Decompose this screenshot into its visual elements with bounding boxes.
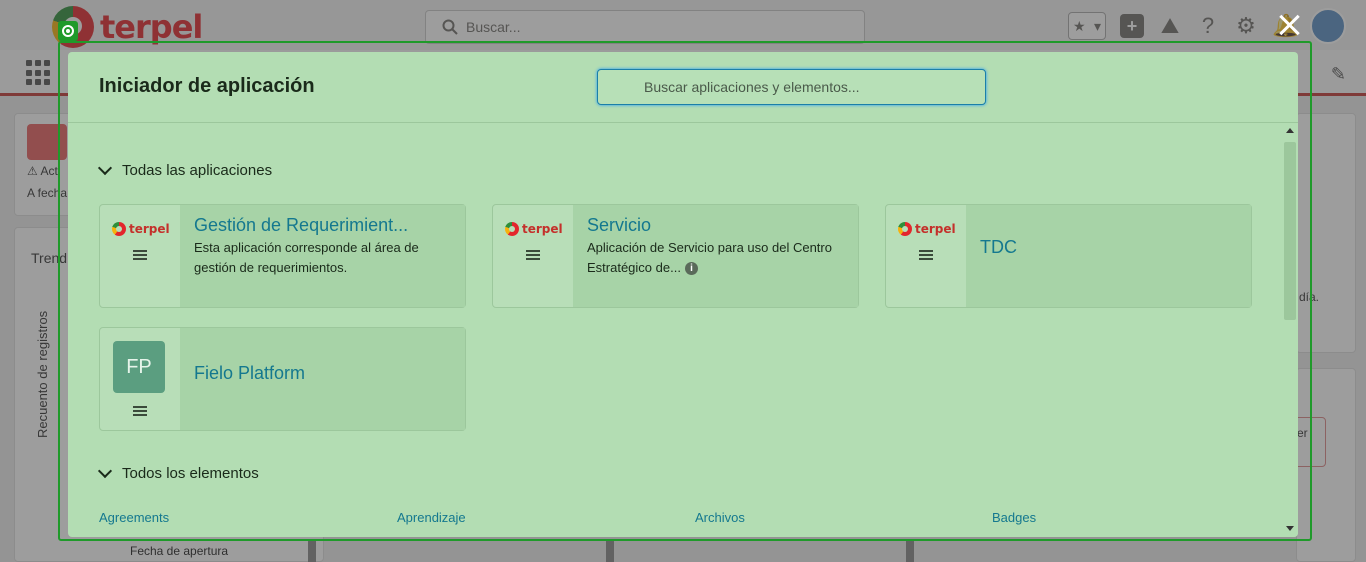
- item-link-aprendizaje[interactable]: Aprendizaje: [397, 510, 466, 525]
- modal-scrollbar[interactable]: [1282, 124, 1298, 537]
- app-description: Esta aplicación corresponde al área de g…: [194, 240, 419, 275]
- app-tile-content: Gestión de Requerimient... Esta aplicaci…: [180, 205, 465, 307]
- drag-handle-icon[interactable]: [919, 250, 933, 260]
- app-name-link[interactable]: Fielo Platform: [194, 363, 305, 384]
- modal-header: Iniciador de aplicación: [68, 52, 1298, 123]
- all-apps-section-toggle[interactable]: Todas las aplicaciones: [97, 160, 273, 179]
- all-items-section-toggle[interactable]: Todos los elementos: [97, 463, 259, 482]
- item-link-archivos[interactable]: Archivos: [695, 510, 745, 525]
- all-items-label: Todos los elementos: [122, 465, 259, 482]
- terpel-logo-icon: terpel: [898, 222, 956, 236]
- fp-app-icon: FP: [113, 341, 165, 393]
- close-icon[interactable]: [1274, 10, 1304, 40]
- app-name-link[interactable]: TDC: [980, 237, 1017, 258]
- chevron-down-icon: [97, 463, 113, 479]
- app-tile-fielo[interactable]: FP Fielo Platform: [99, 327, 466, 431]
- app-name-link[interactable]: Gestión de Requerimient...: [194, 215, 451, 236]
- scroll-thumb[interactable]: [1284, 142, 1296, 320]
- app-tile-icon-area: terpel: [493, 205, 573, 307]
- app-tile-content: Servicio Aplicación de Servicio para uso…: [573, 205, 858, 307]
- item-link-agreements[interactable]: Agreements: [99, 510, 169, 525]
- all-apps-label: Todas las aplicaciones: [122, 162, 273, 179]
- app-tile-icon-area: terpel: [886, 205, 966, 307]
- drag-handle-icon[interactable]: [526, 250, 540, 260]
- info-icon[interactable]: i: [684, 262, 698, 276]
- app-tile-content: TDC: [966, 205, 1251, 307]
- app-description: Aplicación de Servicio para uso del Cent…: [587, 240, 832, 276]
- drag-handle-icon[interactable]: [133, 406, 147, 416]
- item-link-badges[interactable]: Badges: [992, 510, 1036, 525]
- app-tile-tdc[interactable]: terpel TDC: [885, 204, 1252, 308]
- app-tile-icon-area: FP: [100, 328, 180, 430]
- app-name-link[interactable]: Servicio: [587, 215, 844, 236]
- chevron-down-icon: [97, 160, 113, 176]
- app-search-input[interactable]: [597, 69, 986, 105]
- app-launcher-modal: Iniciador de aplicación Todas las aplica…: [68, 52, 1298, 537]
- app-tile-gestion[interactable]: terpel Gestión de Requerimient... Esta a…: [99, 204, 466, 308]
- terpel-logo-icon: terpel: [505, 222, 563, 236]
- scroll-up-arrow-icon[interactable]: [1286, 128, 1294, 133]
- terpel-logo-icon: terpel: [112, 222, 170, 236]
- app-tile-content: Fielo Platform: [180, 328, 465, 430]
- page-title: Iniciador de aplicación: [99, 75, 315, 97]
- target-icon: [58, 21, 78, 41]
- app-tile-servicio[interactable]: terpel Servicio Aplicación de Servicio p…: [492, 204, 859, 308]
- app-tile-icon-area: terpel: [100, 205, 180, 307]
- modal-body: Todas las aplicaciones terpel Gestión de…: [68, 124, 1282, 537]
- drag-handle-icon[interactable]: [133, 250, 147, 260]
- scroll-down-arrow-icon[interactable]: [1286, 526, 1294, 531]
